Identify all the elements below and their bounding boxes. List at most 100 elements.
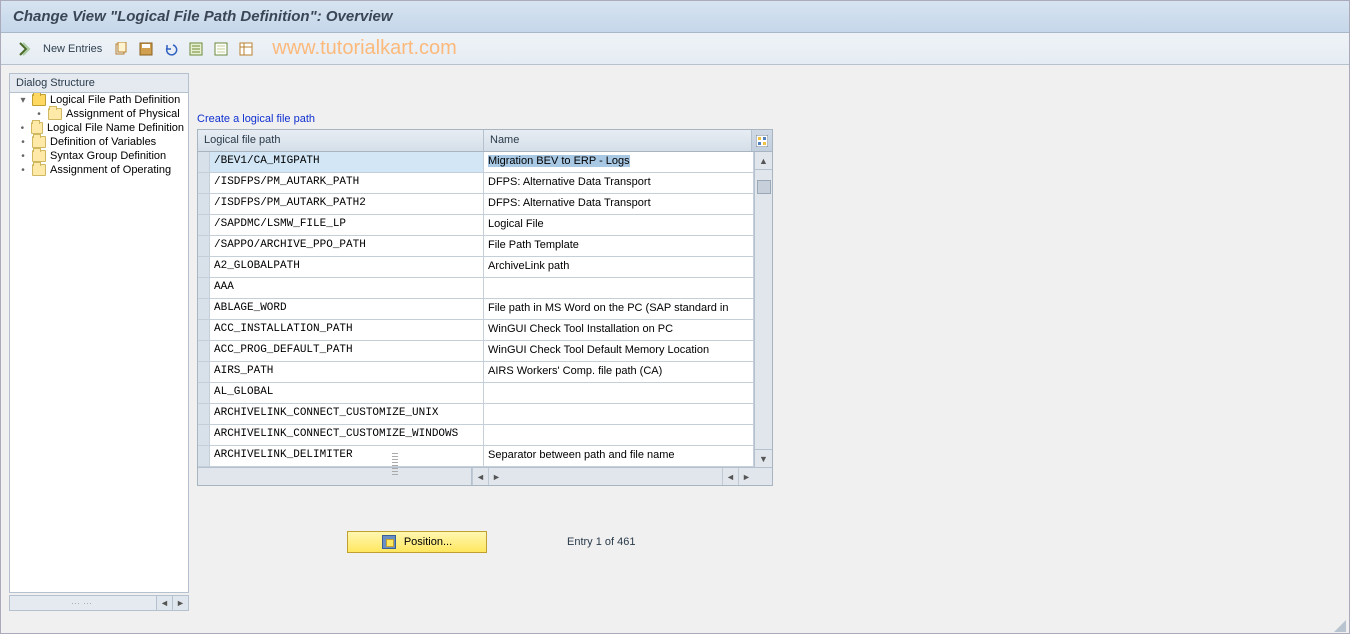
- scroll-thumb[interactable]: [757, 180, 771, 194]
- cell-logical-path[interactable]: /ISDFPS/PM_AUTARK_PATH: [210, 173, 484, 194]
- cell-name[interactable]: AIRS Workers' Comp. file path (CA): [484, 362, 754, 383]
- row-selector[interactable]: [198, 215, 210, 236]
- cell-name[interactable]: DFPS: Alternative Data Transport: [484, 173, 754, 194]
- cell-logical-path[interactable]: /SAPDMC/LSMW_FILE_LP: [210, 215, 484, 236]
- cell-name[interactable]: WinGUI Check Tool Default Memory Locatio…: [484, 341, 754, 362]
- table-row[interactable]: ABLAGE_WORDFile path in MS Word on the P…: [198, 299, 772, 320]
- table-row[interactable]: AIRS_PATHAIRS Workers' Comp. file path (…: [198, 362, 772, 383]
- row-selector[interactable]: [198, 341, 210, 362]
- table-row[interactable]: A2_GLOBALPATHArchiveLink path: [198, 257, 772, 278]
- toggle-icon[interactable]: [15, 40, 33, 58]
- cell-name[interactable]: [484, 425, 754, 446]
- cell-name[interactable]: [484, 404, 754, 425]
- hscroll-left2-icon[interactable]: ◄: [722, 468, 738, 485]
- column-header-logical-path[interactable]: Logical file path: [198, 130, 484, 151]
- row-selector[interactable]: [198, 299, 210, 320]
- row-selector[interactable]: [198, 173, 210, 194]
- row-selector[interactable]: [198, 362, 210, 383]
- toolbar: New Entries www.tutorialkart.com: [1, 33, 1349, 65]
- cell-logical-path[interactable]: ARCHIVELINK_CONNECT_CUSTOMIZE_UNIX: [210, 404, 484, 425]
- deselect-all-icon[interactable]: [212, 40, 230, 58]
- tree-item[interactable]: •Syntax Group Definition: [10, 149, 188, 163]
- vertical-scrollbar[interactable]: ▲ ▼: [754, 152, 772, 467]
- cell-name[interactable]: WinGUI Check Tool Installation on PC: [484, 320, 754, 341]
- cell-logical-path[interactable]: AL_GLOBAL: [210, 383, 484, 404]
- cell-name[interactable]: Logical File: [484, 215, 754, 236]
- copy-icon[interactable]: [112, 40, 130, 58]
- table-row[interactable]: /ISDFPS/PM_AUTARK_PATH2DFPS: Alternative…: [198, 194, 772, 215]
- sidebar-scroll-left-icon[interactable]: ◄: [156, 596, 172, 610]
- splitter-handle[interactable]: [392, 453, 398, 477]
- position-button[interactable]: Position...: [347, 531, 487, 553]
- cell-logical-path[interactable]: ARCHIVELINK_DELIMITER: [210, 446, 484, 467]
- row-selector[interactable]: [198, 194, 210, 215]
- tree-item[interactable]: •Definition of Variables: [10, 135, 188, 149]
- cell-logical-path[interactable]: ACC_INSTALLATION_PATH: [210, 320, 484, 341]
- table-row[interactable]: /SAPDMC/LSMW_FILE_LPLogical File: [198, 215, 772, 236]
- hscroll-right2-icon[interactable]: ►: [738, 468, 754, 485]
- save-icon[interactable]: [137, 40, 155, 58]
- tree-item[interactable]: • Logical File Name Definition: [10, 121, 188, 135]
- row-selector[interactable]: [198, 257, 210, 278]
- cell-logical-path[interactable]: AAA: [210, 278, 484, 299]
- row-selector[interactable]: [198, 383, 210, 404]
- row-selector[interactable]: [198, 446, 210, 467]
- cell-name[interactable]: DFPS: Alternative Data Transport: [484, 194, 754, 215]
- hscroll-left-icon[interactable]: ◄: [472, 468, 488, 485]
- sidebar-scrollbar: ⋯⋯ ◄ ►: [9, 595, 189, 611]
- cell-name[interactable]: [484, 383, 754, 404]
- cell-logical-path[interactable]: /BEV1/CA_MIGPATH: [210, 152, 484, 173]
- dialog-structure-tree[interactable]: ▾Logical File Path Definition•Assignment…: [9, 93, 189, 593]
- column-header-name[interactable]: Name: [484, 130, 752, 151]
- logical-file-path-table: Logical file path Name ▲ ▼ /BEV1/CA_MIGP…: [197, 129, 773, 486]
- cell-logical-path[interactable]: A2_GLOBALPATH: [210, 257, 484, 278]
- scroll-up-icon[interactable]: ▲: [755, 152, 772, 170]
- hscroll-right-icon[interactable]: ►: [488, 468, 504, 485]
- cell-name[interactable]: [484, 278, 754, 299]
- select-all-icon[interactable]: [187, 40, 205, 58]
- row-selector[interactable]: [198, 425, 210, 446]
- sidebar-scroll-right-icon[interactable]: ►: [172, 596, 188, 610]
- position-button-label: Position...: [404, 536, 452, 548]
- cell-name[interactable]: File Path Template: [484, 236, 754, 257]
- table-row[interactable]: ARCHIVELINK_CONNECT_CUSTOMIZE_UNIX: [198, 404, 772, 425]
- table-row[interactable]: ARCHIVELINK_DELIMITERSeparator between p…: [198, 446, 772, 467]
- table-row[interactable]: AAA: [198, 278, 772, 299]
- table-row[interactable]: AL_GLOBAL: [198, 383, 772, 404]
- table-row[interactable]: ARCHIVELINK_CONNECT_CUSTOMIZE_WINDOWS: [198, 425, 772, 446]
- tree-item[interactable]: ▾Logical File Path Definition: [10, 93, 188, 107]
- row-selector[interactable]: [198, 404, 210, 425]
- cell-logical-path[interactable]: ABLAGE_WORD: [210, 299, 484, 320]
- table-settings-icon[interactable]: [237, 40, 255, 58]
- cell-logical-path[interactable]: ACC_PROG_DEFAULT_PATH: [210, 341, 484, 362]
- cell-logical-path[interactable]: /ISDFPS/PM_AUTARK_PATH2: [210, 194, 484, 215]
- cell-name[interactable]: Migration BEV to ERP - Logs: [484, 152, 754, 173]
- window-resize-grip-icon[interactable]: [1332, 618, 1346, 632]
- cell-name[interactable]: ArchiveLink path: [484, 257, 754, 278]
- cell-logical-path[interactable]: /SAPPO/ARCHIVE_PPO_PATH: [210, 236, 484, 257]
- table-row[interactable]: ACC_INSTALLATION_PATHWinGUI Check Tool I…: [198, 320, 772, 341]
- cell-name[interactable]: File path in MS Word on the PC (SAP stan…: [484, 299, 754, 320]
- new-entries-button[interactable]: New Entries: [40, 43, 105, 55]
- scroll-down-icon[interactable]: ▼: [755, 449, 772, 467]
- sidebar-resize-handle[interactable]: ⋯⋯: [10, 598, 156, 609]
- create-logical-file-path-link[interactable]: Create a logical file path: [197, 113, 773, 125]
- tree-item-label: Logical File Name Definition: [47, 122, 184, 134]
- cell-name[interactable]: Separator between path and file name: [484, 446, 754, 467]
- row-selector[interactable]: [198, 278, 210, 299]
- tree-item[interactable]: •Assignment of Physical: [10, 107, 188, 121]
- row-selector[interactable]: [198, 152, 210, 173]
- row-selector[interactable]: [198, 236, 210, 257]
- cell-logical-path[interactable]: AIRS_PATH: [210, 362, 484, 383]
- undo-icon[interactable]: [162, 40, 180, 58]
- tree-expand-icon[interactable]: ▾: [18, 95, 28, 106]
- table-row[interactable]: /ISDFPS/PM_AUTARK_PATHDFPS: Alternative …: [198, 173, 772, 194]
- table-configure-icon[interactable]: [752, 130, 772, 151]
- table-row[interactable]: ACC_PROG_DEFAULT_PATHWinGUI Check Tool D…: [198, 341, 772, 362]
- row-selector[interactable]: [198, 320, 210, 341]
- table-row[interactable]: /SAPPO/ARCHIVE_PPO_PATHFile Path Templat…: [198, 236, 772, 257]
- tree-bullet-icon: •: [18, 123, 27, 134]
- table-row[interactable]: /BEV1/CA_MIGPATHMigration BEV to ERP - L…: [198, 152, 772, 173]
- tree-item[interactable]: •Assignment of Operating: [10, 163, 188, 177]
- cell-logical-path[interactable]: ARCHIVELINK_CONNECT_CUSTOMIZE_WINDOWS: [210, 425, 484, 446]
